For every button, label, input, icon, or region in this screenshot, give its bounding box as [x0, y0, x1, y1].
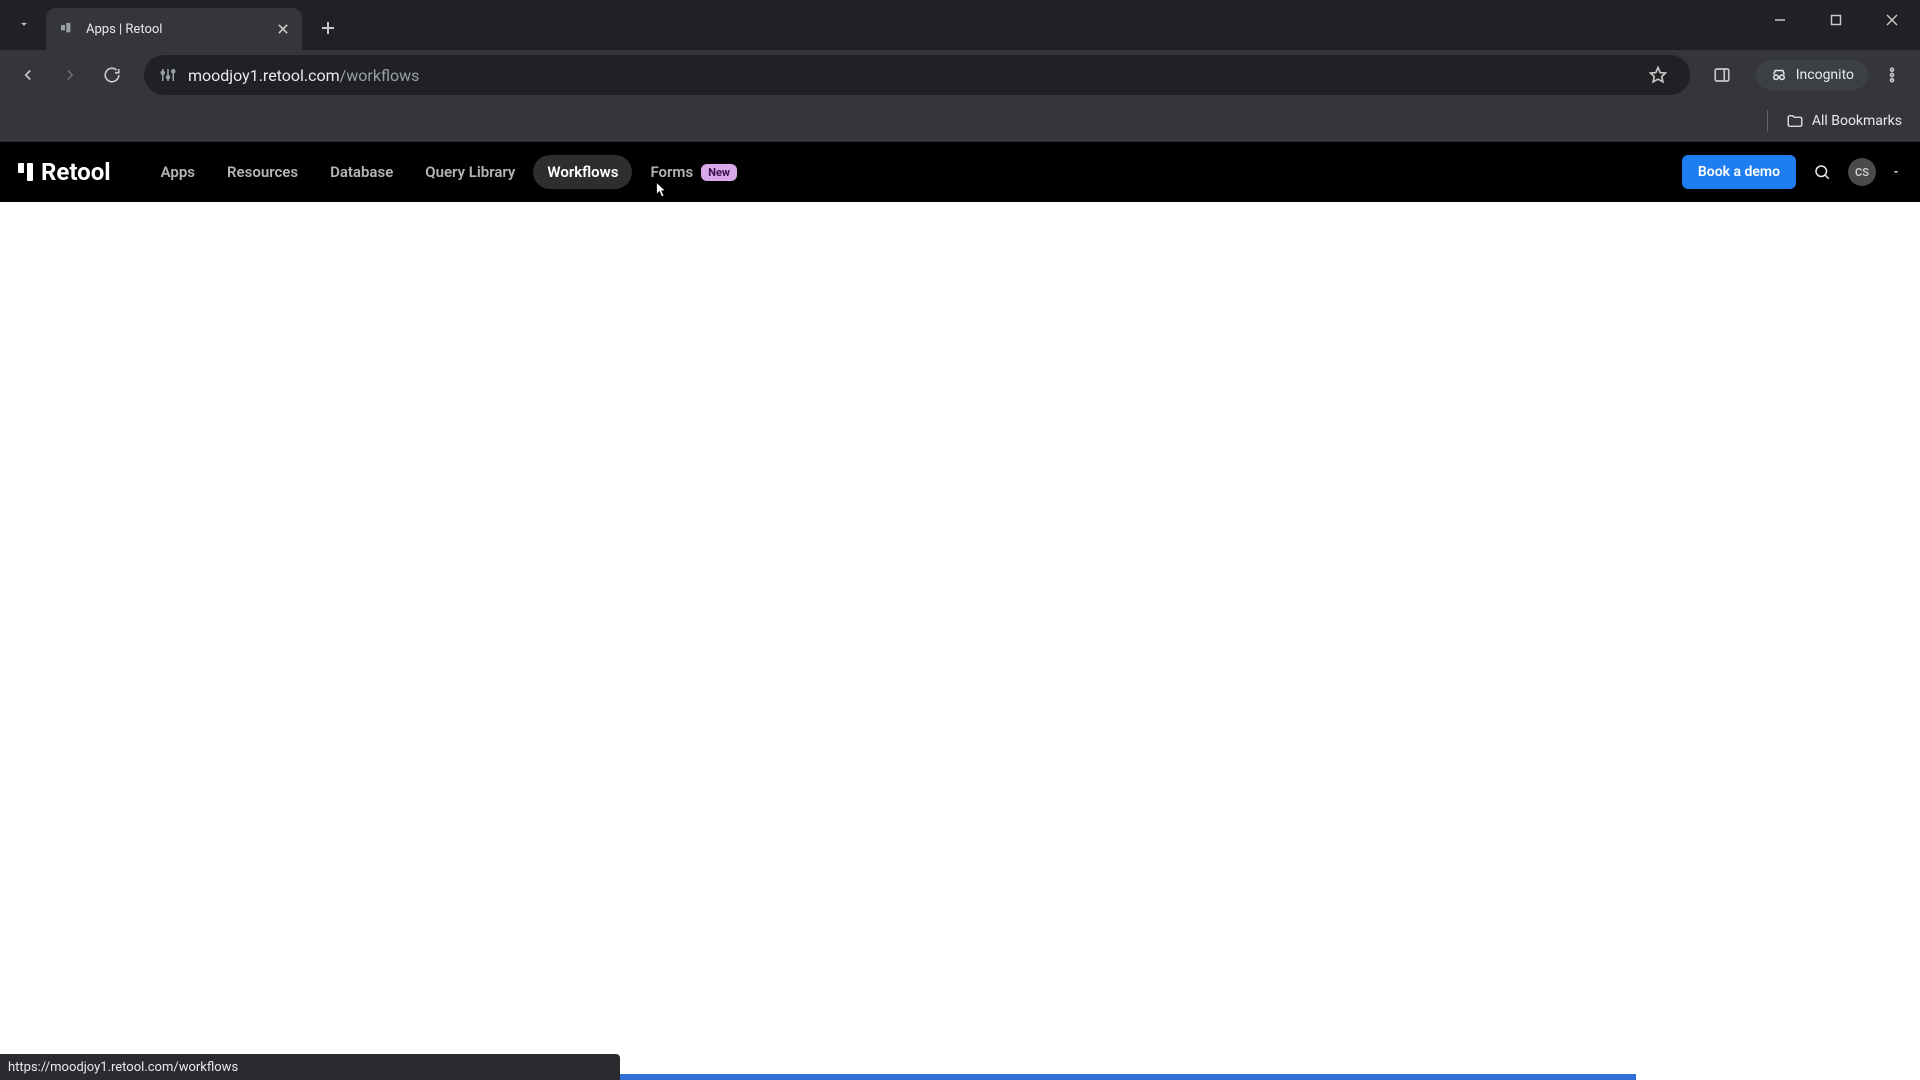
main-nav: Apps Resources Database Query Library Wo… [147, 155, 751, 189]
url-path: /workflows [340, 66, 420, 85]
loading-progress-bar [620, 1074, 1636, 1080]
nav-apps-label: Apps [161, 163, 195, 181]
header-right: Book a demo CS [1682, 155, 1902, 189]
bookmarks-bar: All Bookmarks [0, 100, 1920, 142]
app-header: Retool Apps Resources Database Query Lib… [0, 142, 1920, 202]
url-host: moodjoy1.retool.com [188, 66, 340, 85]
all-bookmarks-button[interactable]: All Bookmarks [1786, 112, 1902, 130]
window-minimize[interactable] [1752, 0, 1808, 40]
avatar[interactable]: CS [1848, 158, 1876, 186]
retool-logo-mark [18, 163, 33, 181]
incognito-label: Incognito [1796, 67, 1854, 83]
browser-tab[interactable]: Apps | Retool [46, 8, 302, 50]
side-panel-icon[interactable] [1704, 57, 1740, 93]
nav-apps[interactable]: Apps [147, 155, 209, 189]
search-icon[interactable] [1810, 160, 1834, 184]
book-demo-button[interactable]: Book a demo [1682, 155, 1796, 189]
avatar-menu-caret[interactable] [1890, 163, 1902, 182]
nav-forms[interactable]: Forms New [636, 155, 751, 189]
nav-query-library-label: Query Library [425, 163, 515, 181]
nav-resources-label: Resources [227, 163, 298, 181]
nav-query-library[interactable]: Query Library [411, 155, 529, 189]
bookmark-star-icon[interactable] [1640, 57, 1676, 93]
tab-title: Apps | Retool [86, 22, 264, 37]
browser-toolbar: moodjoy1.retool.com/workflows Incognito [0, 50, 1920, 100]
nav-workflows[interactable]: Workflows [533, 155, 632, 189]
page-content [0, 202, 1920, 1080]
nav-resources[interactable]: Resources [213, 155, 312, 189]
url-text: moodjoy1.retool.com/workflows [188, 66, 419, 85]
browser-menu-icon[interactable] [1874, 57, 1910, 93]
new-badge: New [701, 164, 737, 181]
retool-logo-text: Retool [41, 158, 111, 186]
nav-reload-button[interactable] [94, 57, 130, 93]
browser-chrome: Apps | Retool moodjoy1.retool.com/workfl… [0, 0, 1920, 142]
nav-back-button[interactable] [10, 57, 46, 93]
tab-close-button[interactable] [274, 20, 292, 38]
link-status-bar: https://moodjoy1.retool.com/workflows [0, 1054, 620, 1080]
window-close[interactable] [1864, 0, 1920, 40]
retool-logo[interactable]: Retool [18, 158, 111, 186]
tab-search-dropdown[interactable] [8, 8, 40, 40]
address-bar[interactable]: moodjoy1.retool.com/workflows [144, 55, 1690, 95]
nav-database[interactable]: Database [316, 155, 407, 189]
window-maximize[interactable] [1808, 0, 1864, 40]
new-tab-button[interactable] [312, 12, 344, 44]
incognito-indicator[interactable]: Incognito [1756, 60, 1868, 90]
browser-titlebar: Apps | Retool [0, 0, 1920, 50]
all-bookmarks-label: All Bookmarks [1812, 113, 1902, 129]
nav-forms-label: Forms [650, 163, 693, 181]
window-controls [1752, 0, 1920, 40]
nav-forward-button[interactable] [52, 57, 88, 93]
bookmarks-divider [1767, 110, 1768, 132]
status-url: https://moodjoy1.retool.com/workflows [8, 1060, 238, 1075]
nav-database-label: Database [330, 163, 393, 181]
nav-workflows-label: Workflows [547, 163, 618, 181]
site-settings-icon[interactable] [158, 65, 178, 85]
tab-favicon [58, 20, 76, 38]
